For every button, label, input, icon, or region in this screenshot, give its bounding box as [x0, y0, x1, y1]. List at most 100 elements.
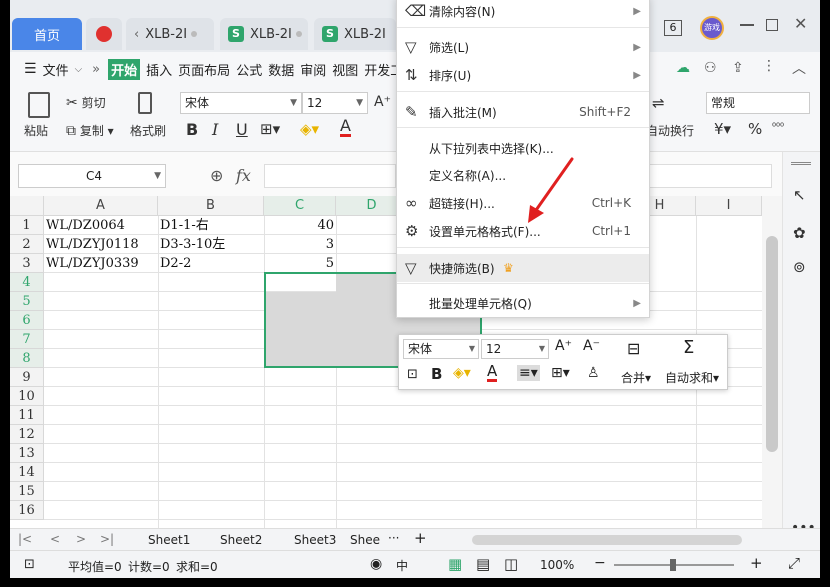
sheet-tab-2[interactable]: Sheet2	[220, 533, 262, 547]
scrollbar-thumb[interactable]	[766, 236, 778, 452]
menu-formula[interactable]: 公式	[236, 60, 262, 79]
zoom-in-icon[interactable]: +	[750, 554, 763, 572]
minimize-icon[interactable]	[740, 24, 754, 26]
prev-sheet-icon[interactable]: <	[50, 532, 60, 546]
mini-fit-icon[interactable]: ⊡	[407, 367, 418, 382]
paste-icon[interactable]	[28, 92, 50, 118]
mini-bold-button[interactable]: B	[431, 365, 442, 383]
formula-input-right[interactable]	[650, 164, 772, 188]
mini-merge-button[interactable]: 合并▾	[621, 369, 651, 386]
zoom-formula-icon[interactable]: ⊕	[210, 166, 223, 185]
cell-c2[interactable]: 3	[266, 235, 334, 254]
name-box[interactable]: C4 ▼	[18, 164, 166, 188]
zoom-slider-thumb[interactable]	[670, 559, 676, 571]
row-header-11[interactable]: 11	[10, 406, 44, 425]
menu-item-filter[interactable]: ▽ 筛选(L) ▶	[397, 33, 649, 61]
row-header-2[interactable]: 2	[10, 235, 44, 254]
cut-button[interactable]: ✂ 剪切	[66, 94, 106, 111]
tab-doc-1[interactable]: ‹ XLB-2I	[126, 18, 214, 50]
increase-font-icon[interactable]: A⁺	[374, 94, 391, 110]
collapse-ribbon-icon[interactable]: ︿	[792, 58, 806, 78]
sheet-tab-1[interactable]: Sheet1	[148, 533, 190, 547]
maximize-icon[interactable]	[766, 19, 778, 31]
col-header-a[interactable]: A	[44, 196, 158, 216]
row-header-1[interactable]: 1	[10, 216, 44, 235]
more-sheets-icon[interactable]: ···	[388, 531, 399, 545]
row-header-7[interactable]: 7	[10, 330, 44, 349]
row-header-12[interactable]: 12	[10, 425, 44, 444]
underline-button[interactable]: U	[236, 120, 248, 139]
menu-insert[interactable]: 插入	[146, 60, 172, 79]
fullscreen-icon[interactable]: ⤢	[788, 554, 800, 572]
share-user-icon[interactable]: ⚇	[704, 60, 717, 76]
menu-item-clear-content[interactable]: ⌫ 清除内容(N) ▶	[397, 0, 649, 25]
row-header-15[interactable]: 15	[10, 482, 44, 501]
format-painter-button[interactable]: 格式刷	[130, 122, 166, 139]
sheet-tab-3[interactable]: Sheet3	[294, 533, 336, 547]
tab-doc-3[interactable]: S XLB-2I	[314, 18, 396, 50]
cell-b1[interactable]: D1-1-右	[160, 216, 209, 235]
menu-review[interactable]: 审阅	[300, 60, 326, 79]
chevron-down-icon[interactable]: ⌵	[75, 64, 83, 75]
next-sheet-icon[interactable]: >	[76, 532, 86, 546]
formula-input[interactable]	[264, 164, 396, 188]
mini-font-color-button[interactable]: A	[487, 364, 498, 382]
avatar[interactable]: 游戏	[700, 16, 724, 40]
hamburger-icon[interactable]: ☰	[24, 61, 37, 77]
row-header-5[interactable]: 5	[10, 292, 44, 311]
font-size-select[interactable]: 12 ▼	[302, 92, 368, 114]
copy-button[interactable]: ⧉ 复制 ▾	[66, 122, 114, 139]
cell-b2[interactable]: D3-3-10左	[160, 235, 225, 254]
close-icon[interactable]: ✕	[794, 14, 807, 33]
row-header-4[interactable]: 4	[10, 273, 44, 292]
eye-protection-icon[interactable]: ◉	[370, 556, 382, 572]
col-header-i[interactable]: I	[696, 196, 762, 216]
bold-button[interactable]: B	[186, 120, 198, 139]
macro-record-icon[interactable]: ⊡	[24, 557, 35, 572]
italic-button[interactable]: I	[212, 120, 218, 139]
mini-increase-font-icon[interactable]: A⁺	[555, 338, 572, 354]
sheet-tab-4[interactable]: Shee	[350, 533, 380, 547]
more-menu-icon[interactable]: »	[92, 62, 100, 77]
more-icon[interactable]: ⋮	[762, 58, 776, 74]
font-name-select[interactable]: 宋体 ▼	[180, 92, 302, 114]
row-header-9[interactable]: 9	[10, 368, 44, 387]
window-count-badge[interactable]: 6	[664, 20, 682, 36]
fill-color-icon[interactable]: ◈▾	[300, 120, 319, 138]
row-header-13[interactable]: 13	[10, 444, 44, 463]
zoom-out-icon[interactable]: −	[594, 555, 606, 571]
normal-view-icon[interactable]: ▦	[448, 555, 462, 573]
tab-doc-2[interactable]: S XLB-2I	[220, 18, 308, 50]
cell-c3[interactable]: 5	[266, 254, 334, 273]
mini-font-select[interactable]: 宋体 ▼	[403, 339, 479, 359]
vertical-scrollbar[interactable]	[762, 196, 782, 528]
menu-item-quick-filter[interactable]: ▽ 快捷筛选(B) ♛	[397, 254, 649, 282]
mini-autosum-button[interactable]: 自动求和▾	[665, 369, 719, 386]
menu-file[interactable]: 文件	[43, 60, 69, 79]
zoom-level[interactable]: 100%	[540, 558, 574, 572]
row-header-3[interactable]: 3	[10, 254, 44, 273]
first-sheet-icon[interactable]: |<	[18, 532, 32, 546]
panel-handle-icon[interactable]	[791, 162, 811, 165]
cursor-select-icon[interactable]: ↖	[793, 186, 806, 204]
row-header-16[interactable]: 16	[10, 501, 44, 520]
menu-item-insert-comment[interactable]: ✎ 插入批注(M) Shift+F2	[397, 98, 649, 126]
cell-b3[interactable]: D2-2	[160, 254, 191, 273]
share-icon[interactable]: ⇪	[732, 60, 744, 76]
style-icon[interactable]: ✿	[793, 224, 806, 242]
menu-view[interactable]: 视图	[332, 60, 358, 79]
menu-item-batch-process[interactable]: 批量处理单元格(Q) ▶	[397, 289, 649, 317]
add-sheet-icon[interactable]: +	[414, 529, 427, 547]
cell-c1[interactable]: 40	[266, 216, 334, 235]
mini-decrease-font-icon[interactable]: A⁻	[583, 338, 600, 354]
row-header-10[interactable]: 10	[10, 387, 44, 406]
fx-icon[interactable]: fx	[236, 166, 251, 185]
row-header-8[interactable]: 8	[10, 349, 44, 368]
currency-button[interactable]: ¥▾	[714, 120, 731, 138]
paste-button[interactable]: 粘贴	[24, 122, 48, 139]
horizontal-scrollbar[interactable]	[472, 535, 742, 545]
cloud-sync-icon[interactable]: ☁	[676, 60, 690, 76]
wrap-text-button[interactable]: 自动换行	[646, 122, 694, 139]
mini-border-icon[interactable]: ⊞▾	[551, 365, 570, 381]
page-layout-icon[interactable]: ▤	[476, 555, 490, 573]
